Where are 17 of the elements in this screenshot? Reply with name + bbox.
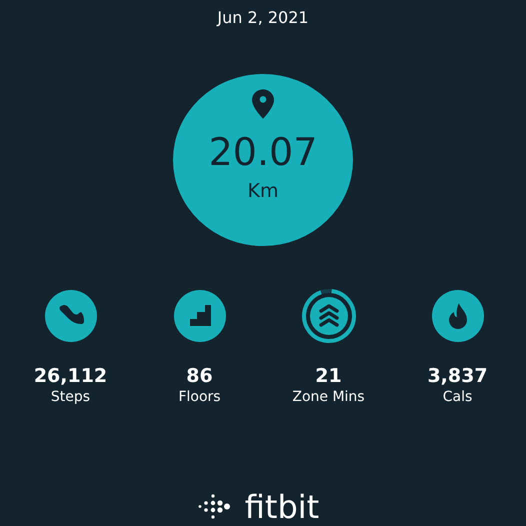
zone-ring-icon [300,288,356,344]
stat-label: Floors [178,388,221,406]
distance-value: 20.07 [208,129,318,175]
stairs-icon [172,288,228,344]
stat-value: 86 [186,364,213,388]
flame-icon [430,288,486,344]
stat-label: Cals [442,388,472,406]
stat-value: 3,837 [427,364,488,388]
stat-value: 26,112 [34,364,108,388]
stat-value: 21 [315,364,342,388]
logo-icon [196,494,231,520]
date-label: Jun 2, 2021 [217,7,309,29]
distance-unit: Km [248,179,278,203]
brand-name: fitbit [244,488,320,526]
location-pin-icon [252,89,274,119]
stat-label: Zone Mins [292,388,365,406]
stat-label: Steps [50,388,90,406]
